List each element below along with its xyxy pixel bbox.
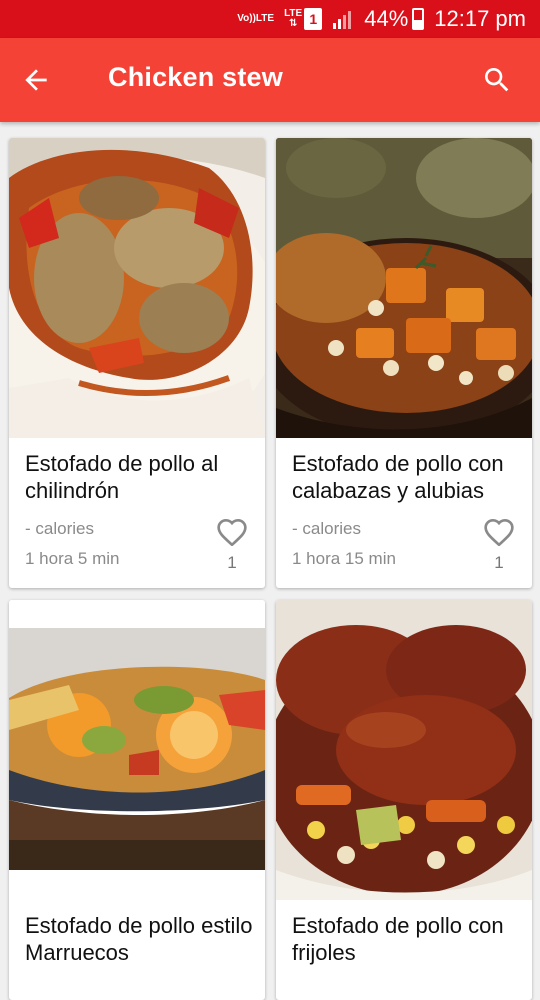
recipe-photo: [276, 600, 532, 900]
page-title: Chicken stew: [108, 62, 283, 92]
battery-percent: 44%: [364, 6, 409, 31]
arrow-back-icon: [25, 69, 47, 91]
heart-outline-icon: [484, 518, 514, 547]
heart-outline-icon: [217, 518, 247, 547]
battery: 44%: [364, 6, 425, 32]
recipe-time: 1 hora 5 min: [25, 549, 120, 568]
status-bar: Vo)) LTE LTE ⇅ 1 44% 12:17 pm: [0, 0, 540, 38]
recipe-photo: [9, 600, 265, 900]
recipe-name: Estofado de pollo con frijoles: [292, 913, 504, 965]
recipe-card[interactable]: Estofado de pollo con calabazas y alubia…: [276, 138, 532, 588]
sim-icon: 1: [304, 8, 323, 30]
back-button[interactable]: [20, 64, 52, 96]
likes-count: 1: [494, 553, 504, 572]
recipe-calories: - calories: [292, 519, 361, 538]
recipe-card[interactable]: Estofado de pollo al chilindrón - calori…: [9, 138, 265, 588]
clock: 12:17 pm: [434, 6, 526, 31]
recipe-calories: - calories: [25, 519, 94, 538]
recipe-time: 1 hora 15 min: [292, 549, 396, 568]
recipe-name: Estofado de pollo al chilindrón: [25, 451, 219, 503]
battery-icon: [412, 8, 425, 30]
recipe-card[interactable]: Estofado de pollo estilo Marruecos: [9, 600, 265, 1000]
recipe-photo: [276, 138, 532, 438]
favorite-button[interactable]: [483, 516, 515, 547]
likes-count: 1: [227, 553, 237, 572]
volte-indicator: Vo)) LTE: [237, 13, 275, 24]
search-icon: [485, 68, 509, 92]
network-indicator: LTE ⇅ 1: [284, 8, 323, 30]
recipe-card[interactable]: Estofado de pollo con frijoles: [276, 600, 532, 1000]
favorite-button[interactable]: [216, 516, 248, 547]
search-button[interactable]: [481, 64, 513, 96]
recipe-name: Estofado de pollo estilo Marruecos: [25, 913, 253, 965]
signal-icon: [332, 9, 354, 29]
app-bar: Chicken stew: [0, 38, 540, 122]
recipe-name: Estofado de pollo con calabazas y alubia…: [292, 451, 504, 503]
recipe-photo: [9, 138, 265, 438]
